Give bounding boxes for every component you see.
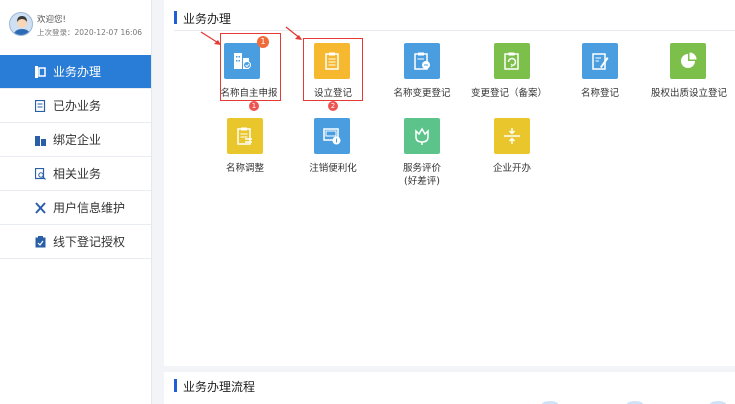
arrow-icon	[200, 31, 221, 45]
step-badge-1: 1	[249, 101, 259, 111]
clipboard-list-icon	[237, 127, 252, 145]
sidebar-item-label: 线下登记授权	[53, 235, 126, 249]
pen-document-icon	[592, 53, 609, 70]
arrow-icon	[285, 26, 302, 40]
building-icon	[35, 136, 46, 146]
search-doc-icon	[35, 168, 46, 180]
step-badge-2: 2	[328, 101, 338, 111]
sidebar: 欢迎您! 上次登录：2020-12-07 16:06 业务办理 已办业务 绑定企…	[0, 0, 152, 404]
sidebar-item-label: 业务办理	[53, 65, 102, 79]
sidebar-item-offline-auth[interactable]: 线下登记授权	[0, 225, 151, 259]
tile-service-evaluation[interactable]	[404, 118, 440, 154]
tools-icon	[35, 202, 46, 214]
tile-enterprise-startup[interactable]	[494, 118, 530, 154]
tulip-icon	[415, 127, 429, 145]
avatar[interactable]	[9, 12, 33, 36]
sidebar-item-label: 相关业务	[53, 167, 102, 181]
tile-label: 服务评价 (好差评)	[403, 162, 441, 188]
clipboard-refresh-icon	[504, 52, 519, 70]
tile-deregistration-facilitation[interactable]	[314, 118, 350, 154]
done-list-icon	[35, 100, 46, 112]
tile-label: 注销便利化	[309, 163, 357, 174]
clipboard-edit-icon	[414, 52, 430, 70]
sidebar-item-user-info[interactable]: 用户信息维护	[0, 191, 151, 225]
tile-label-line: (好差评)	[404, 176, 440, 187]
tile-label: 变更登记（备案）	[470, 88, 548, 99]
tile-badge: 1	[257, 36, 269, 48]
sidebar-item-bind-company[interactable]: 绑定企业	[0, 123, 151, 157]
highlight-box-step-1	[220, 33, 281, 101]
flow-preview-decoration	[542, 401, 726, 404]
tile-name-adjustment[interactable]	[227, 118, 263, 154]
tile-name-change-registration[interactable]	[404, 43, 440, 79]
sidebar-item-label: 已办业务	[53, 99, 102, 113]
pie-chart-icon	[681, 52, 697, 68]
highlight-box-step-2	[303, 38, 363, 101]
tile-label: 名称变更登记	[393, 88, 451, 99]
section-title-flow: 业务办理流程	[174, 378, 255, 395]
tile-label: 企业开办	[492, 163, 532, 174]
split-icon	[504, 128, 520, 144]
welcome-text: 欢迎您!	[37, 15, 66, 25]
tile-equity-pledge-registration[interactable]	[670, 43, 706, 79]
tile-change-registration-filing[interactable]	[494, 43, 530, 79]
last-login-text: 上次登录：2020-12-07 16:06	[37, 28, 143, 37]
user-profile: 欢迎您! 上次登录：2020-12-07 16:06	[0, 0, 152, 44]
section-title-business: 业务办理	[174, 10, 231, 27]
business-icon	[35, 66, 46, 78]
tile-label: 名称登记	[580, 88, 620, 99]
sidebar-item-business[interactable]: 业务办理	[0, 55, 151, 89]
tile-label: 名称调整	[225, 163, 265, 174]
tile-label-line: 服务评价	[402, 163, 442, 174]
tile-label: 股权出质设立登记	[650, 88, 728, 99]
cancel-card-icon	[323, 128, 341, 145]
section-divider	[174, 30, 735, 31]
sidebar-item-label: 绑定企业	[53, 133, 102, 147]
sidebar-item-related[interactable]: 相关业务	[0, 157, 151, 191]
sidebar-item-done[interactable]: 已办业务	[0, 89, 151, 123]
tile-name-registration[interactable]	[582, 43, 618, 79]
clipboard-icon	[35, 236, 46, 248]
sidebar-item-label: 用户信息维护	[53, 201, 126, 215]
